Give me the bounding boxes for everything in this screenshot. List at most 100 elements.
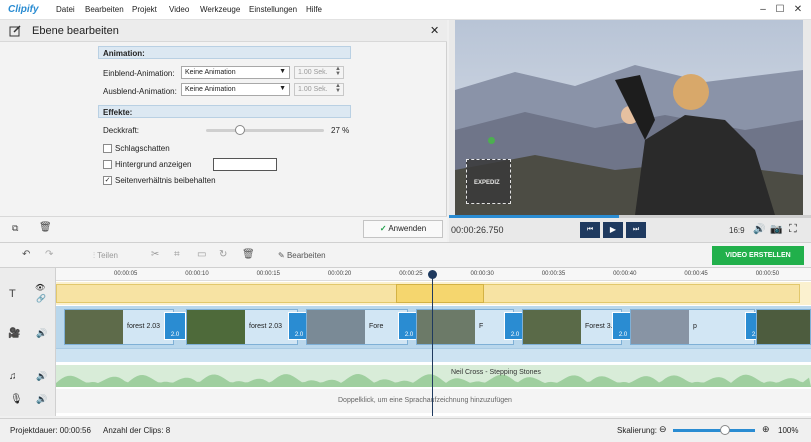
- music-track-label: Neil Cross - Stepping Stones: [451, 369, 541, 376]
- timeline: 00:00:05 00:00:10 00:00:15 00:00:20 00:00:25…: [0, 268, 811, 416]
- previous-button[interactable]: ⏮: [580, 222, 600, 238]
- camera-icon[interactable]: 📷: [770, 224, 782, 235]
- redo-icon[interactable]: ↷: [45, 249, 53, 260]
- menu-tools[interactable]: Werkzeuge: [200, 5, 240, 14]
- menu-video[interactable]: Video: [169, 5, 189, 14]
- edit-toolbar: ↶ ↷ ⫶ Teilen ✂ ⌗ ▭ ↻ 🗑 ✎ Bearbeiten VIDE…: [0, 242, 811, 268]
- crop-icon[interactable]: ⌗: [174, 249, 180, 260]
- ruler-tick: 00:00:15: [256, 271, 280, 277]
- clip-label: Fore: [369, 323, 384, 330]
- menu-file[interactable]: Datei: [56, 5, 75, 14]
- cut-icon[interactable]: ✂: [151, 249, 159, 260]
- transition-marker[interactable]: 2.0: [164, 312, 186, 340]
- frame-icon[interactable]: ▭: [197, 249, 206, 260]
- minimize-icon[interactable]: –: [756, 3, 770, 17]
- export-video-button[interactable]: VIDEO ERSTELLEN: [712, 246, 804, 265]
- video-clip[interactable]: p: [630, 309, 755, 345]
- music-volume-icon[interactable]: 🔊: [36, 371, 47, 382]
- play-button[interactable]: ▶: [603, 222, 623, 238]
- ruler-tick: 00:00:20: [327, 271, 352, 277]
- zoom-in-icon[interactable]: ⊕: [762, 424, 770, 435]
- split-button[interactable]: ⫶ Teilen: [93, 251, 118, 261]
- volume-icon[interactable]: 🔊: [753, 224, 765, 235]
- panel-footer: ⧉ 🗑 ✓ Anwenden: [0, 216, 447, 242]
- ruler-tick: 00:00:25: [399, 271, 423, 277]
- shadow-checkbox[interactable]: [103, 144, 112, 153]
- undo-icon[interactable]: ↶: [22, 249, 30, 260]
- spin-arrows-icon[interactable]: ▲ ▼: [335, 83, 341, 94]
- track-headers: T 👁 🔗 🎥 🔊 ♫ 🔊 🎙 🔊: [0, 268, 56, 416]
- progress-fill: [449, 215, 620, 218]
- title-bar: Clipify Datei Bearbeiten Projekt Video W…: [0, 0, 811, 20]
- background-color-swatch[interactable]: [213, 158, 277, 171]
- link-icon[interactable]: 🔗: [36, 294, 46, 303]
- in-duration-input[interactable]: 1.00 Sek. ▲ ▼: [294, 66, 344, 79]
- video-volume-icon[interactable]: 🔊: [36, 328, 47, 339]
- fullscreen-icon[interactable]: ⛶: [789, 223, 797, 236]
- skip-forward-icon: ⏭: [632, 226, 640, 233]
- title-track[interactable]: [56, 282, 811, 305]
- opacity-label: Deckkraft:: [103, 126, 140, 135]
- out-animation-select[interactable]: Keine Animation ▼: [181, 83, 290, 96]
- preview-panel: EXPEDIZ 00:00:26.750 ⏮ ▶ ⏭ 16:9 🔊 📷 ⛶: [449, 20, 811, 242]
- trash-icon[interactable]: 🗑: [39, 222, 52, 233]
- text-track-icon: T: [9, 288, 16, 300]
- rotate-icon[interactable]: ↻: [219, 249, 227, 260]
- zoom-slider-handle[interactable]: [720, 425, 730, 435]
- maximize-icon[interactable]: ☐: [773, 3, 787, 17]
- opacity-slider-handle[interactable]: [235, 125, 246, 135]
- selected-title-clip[interactable]: [396, 284, 484, 303]
- video-clip[interactable]: forest 2.03: [64, 309, 174, 345]
- opacity-slider[interactable]: [206, 125, 324, 135]
- video-clip[interactable]: forest 2.03: [186, 309, 298, 345]
- clip-thumbnail: [187, 310, 245, 344]
- apply-button[interactable]: ✓ Anwenden: [363, 220, 443, 238]
- timecode: 00:00:26.750: [451, 225, 504, 235]
- background-checkbox[interactable]: [103, 160, 112, 169]
- delete-icon[interactable]: 🗑: [242, 249, 255, 260]
- close-panel-icon[interactable]: ✕: [430, 24, 439, 37]
- ruler-tick: 00:00:50: [755, 271, 780, 277]
- zoom-slider[interactable]: [673, 425, 755, 435]
- clip-count: Anzahl der Clips: 8: [103, 426, 171, 435]
- music-track[interactable]: Neil Cross - Stepping Stones: [56, 365, 811, 387]
- video-clip[interactable]: F: [416, 309, 514, 345]
- eye-icon[interactable]: 👁: [35, 283, 45, 292]
- in-duration-value: 1.00 Sek.: [298, 69, 328, 76]
- microphone-icon: 🎙: [10, 394, 23, 405]
- playback-progress[interactable]: [449, 215, 811, 218]
- rotate-handle[interactable]: [488, 137, 495, 144]
- video-clip[interactable]: Fore: [306, 309, 408, 345]
- menu-edit[interactable]: Bearbeiten: [85, 5, 124, 14]
- menu-project[interactable]: Projekt: [132, 5, 157, 14]
- out-duration-input[interactable]: 1.00 Sek. ▲ ▼: [294, 83, 344, 96]
- out-animation-label: Ausblend-Animation:: [103, 87, 177, 96]
- edit-label: Bearbeiten: [286, 251, 326, 260]
- menu-settings[interactable]: Einstellungen: [249, 5, 297, 14]
- voice-track[interactable]: Doppelklick, um eine Sprachaufzeichnung …: [56, 389, 811, 413]
- zoom-out-icon[interactable]: ⊖: [659, 424, 667, 435]
- duplicate-icon[interactable]: ⧉: [12, 223, 18, 234]
- out-duration-value: 1.00 Sek.: [298, 86, 328, 93]
- spin-arrows-icon[interactable]: ▲ ▼: [335, 66, 341, 77]
- close-window-icon[interactable]: ✕: [791, 3, 805, 17]
- aspect-ratio[interactable]: 16:9: [729, 226, 745, 235]
- out-animation-value: Keine Animation: [185, 86, 236, 93]
- in-animation-label: Einblend-Animation:: [103, 69, 175, 78]
- logo-overlay[interactable]: EXPEDIZ: [466, 159, 511, 204]
- clip-audio-strip[interactable]: [56, 348, 811, 362]
- video-clip[interactable]: [756, 309, 811, 345]
- playhead-line: [432, 272, 433, 416]
- edit-button[interactable]: ✎ Bearbeiten: [278, 251, 326, 260]
- video-track[interactable]: forest 2.03 2.0 forest 2.03 2.0 Fore 2.0 F 2.0 F…: [56, 306, 811, 348]
- in-animation-select[interactable]: Keine Animation ▼: [181, 66, 290, 79]
- logo-overlay-text: EXPEDIZ: [474, 180, 500, 186]
- status-bar: Projektdauer: 00:00:56 Anzahl der Clips:…: [0, 418, 811, 442]
- playhead-handle[interactable]: [428, 270, 437, 279]
- menu-help[interactable]: Hilfe: [306, 5, 322, 14]
- next-button[interactable]: ⏭: [626, 222, 646, 238]
- voice-volume-icon[interactable]: 🔊: [36, 394, 47, 405]
- aspect-checkbox[interactable]: ✓: [103, 176, 112, 185]
- shadow-label: Schlagschatten: [115, 144, 170, 153]
- video-clip[interactable]: Forest 3.03: [522, 309, 622, 345]
